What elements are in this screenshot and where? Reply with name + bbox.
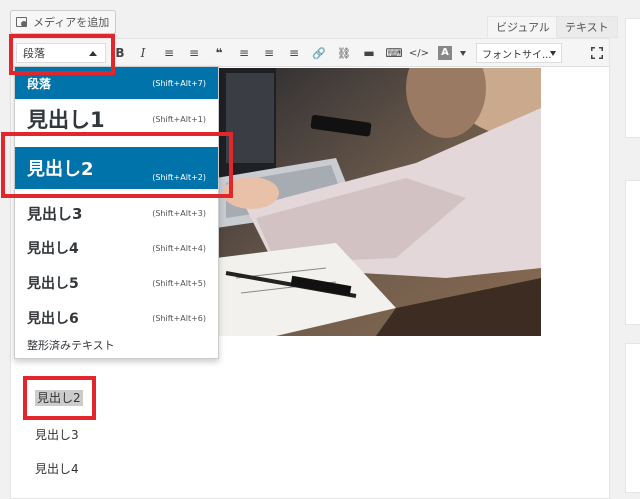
menu-item-shortcut: (Shift+Alt+6) — [152, 313, 206, 323]
menu-item-heading-4[interactable]: 見出し4 (Shift+Alt+4) — [15, 231, 218, 265]
numbered-list-button[interactable]: ≡ — [183, 43, 205, 63]
blockquote-button[interactable]: ❝ — [208, 43, 230, 63]
bullet-list-button[interactable]: ≡ — [158, 43, 180, 63]
font-size-select[interactable]: フォントサイ... — [476, 43, 562, 63]
post-image[interactable] — [216, 68, 541, 336]
fullscreen-icon — [591, 47, 603, 59]
sidebar-panel — [625, 343, 640, 493]
align-left-button[interactable]: ≡ — [233, 43, 255, 63]
menu-item-label: 見出し3 — [27, 204, 83, 223]
menu-item-shortcut: (Shift+Alt+5) — [152, 278, 206, 288]
menu-item-preformatted[interactable]: 整形済みテキスト — [15, 333, 218, 357]
align-center-button[interactable]: ≡ — [258, 43, 280, 63]
tab-text[interactable]: テキスト — [556, 16, 618, 38]
media-icon — [15, 15, 29, 29]
read-more-button[interactable]: ▬ — [358, 43, 380, 63]
unlink-button[interactable]: ⛓ — [333, 43, 355, 63]
font-size-value: フォントサイ... — [482, 49, 552, 61]
sidebar-panel — [625, 18, 640, 138]
photo-illustration — [216, 68, 541, 336]
content-heading-4[interactable]: 見出し4 — [35, 460, 79, 477]
menu-item-shortcut: (Shift+Alt+4) — [152, 243, 206, 253]
highlight-box-format-select — [9, 34, 115, 75]
code-button[interactable]: </> — [408, 43, 430, 63]
menu-item-label: 見出し4 — [27, 241, 79, 257]
menu-item-label: 見出し6 — [27, 311, 79, 327]
align-right-button[interactable]: ≡ — [283, 43, 305, 63]
menu-item-heading-6[interactable]: 見出し6 (Shift+Alt+6) — [15, 301, 218, 335]
content-heading-3[interactable]: 見出し3 — [35, 426, 79, 443]
menu-item-shortcut: (Shift+Alt+7) — [152, 78, 206, 88]
link-button[interactable]: 🔗 — [308, 43, 330, 63]
add-media-button[interactable]: メディアを追加 — [10, 10, 117, 34]
menu-item-label: 整形済みテキスト — [27, 339, 115, 352]
menu-item-heading-3[interactable]: 見出し3 (Shift+Alt+3) — [15, 195, 218, 231]
menu-item-shortcut: (Shift+Alt+3) — [152, 208, 206, 218]
menu-item-label: 段落 — [27, 76, 52, 91]
highlight-box-content — [23, 376, 96, 420]
highlight-box-heading-2 — [1, 132, 233, 198]
caret-down-icon — [550, 51, 556, 56]
menu-item-shortcut: (Shift+Alt+1) — [152, 114, 206, 124]
text-color-button[interactable]: A — [438, 46, 452, 60]
fullscreen-button[interactable] — [586, 43, 608, 63]
menu-item-label: 見出し1 — [27, 108, 105, 132]
add-media-label: メディアを追加 — [33, 16, 110, 29]
toolbar-toggle-button[interactable]: ⌨ — [383, 43, 405, 63]
format-dropdown-menu: 段落 (Shift+Alt+7) 見出し1 (Shift+Alt+1) 見出し2… — [14, 66, 219, 359]
menu-item-heading-5[interactable]: 見出し5 (Shift+Alt+5) — [15, 265, 218, 301]
sidebar-panel — [625, 180, 640, 325]
italic-button[interactable]: I — [132, 43, 154, 63]
menu-item-label: 見出し5 — [27, 276, 79, 292]
tab-visual[interactable]: ビジュアル — [487, 16, 559, 38]
caret-down-icon[interactable] — [460, 51, 466, 56]
